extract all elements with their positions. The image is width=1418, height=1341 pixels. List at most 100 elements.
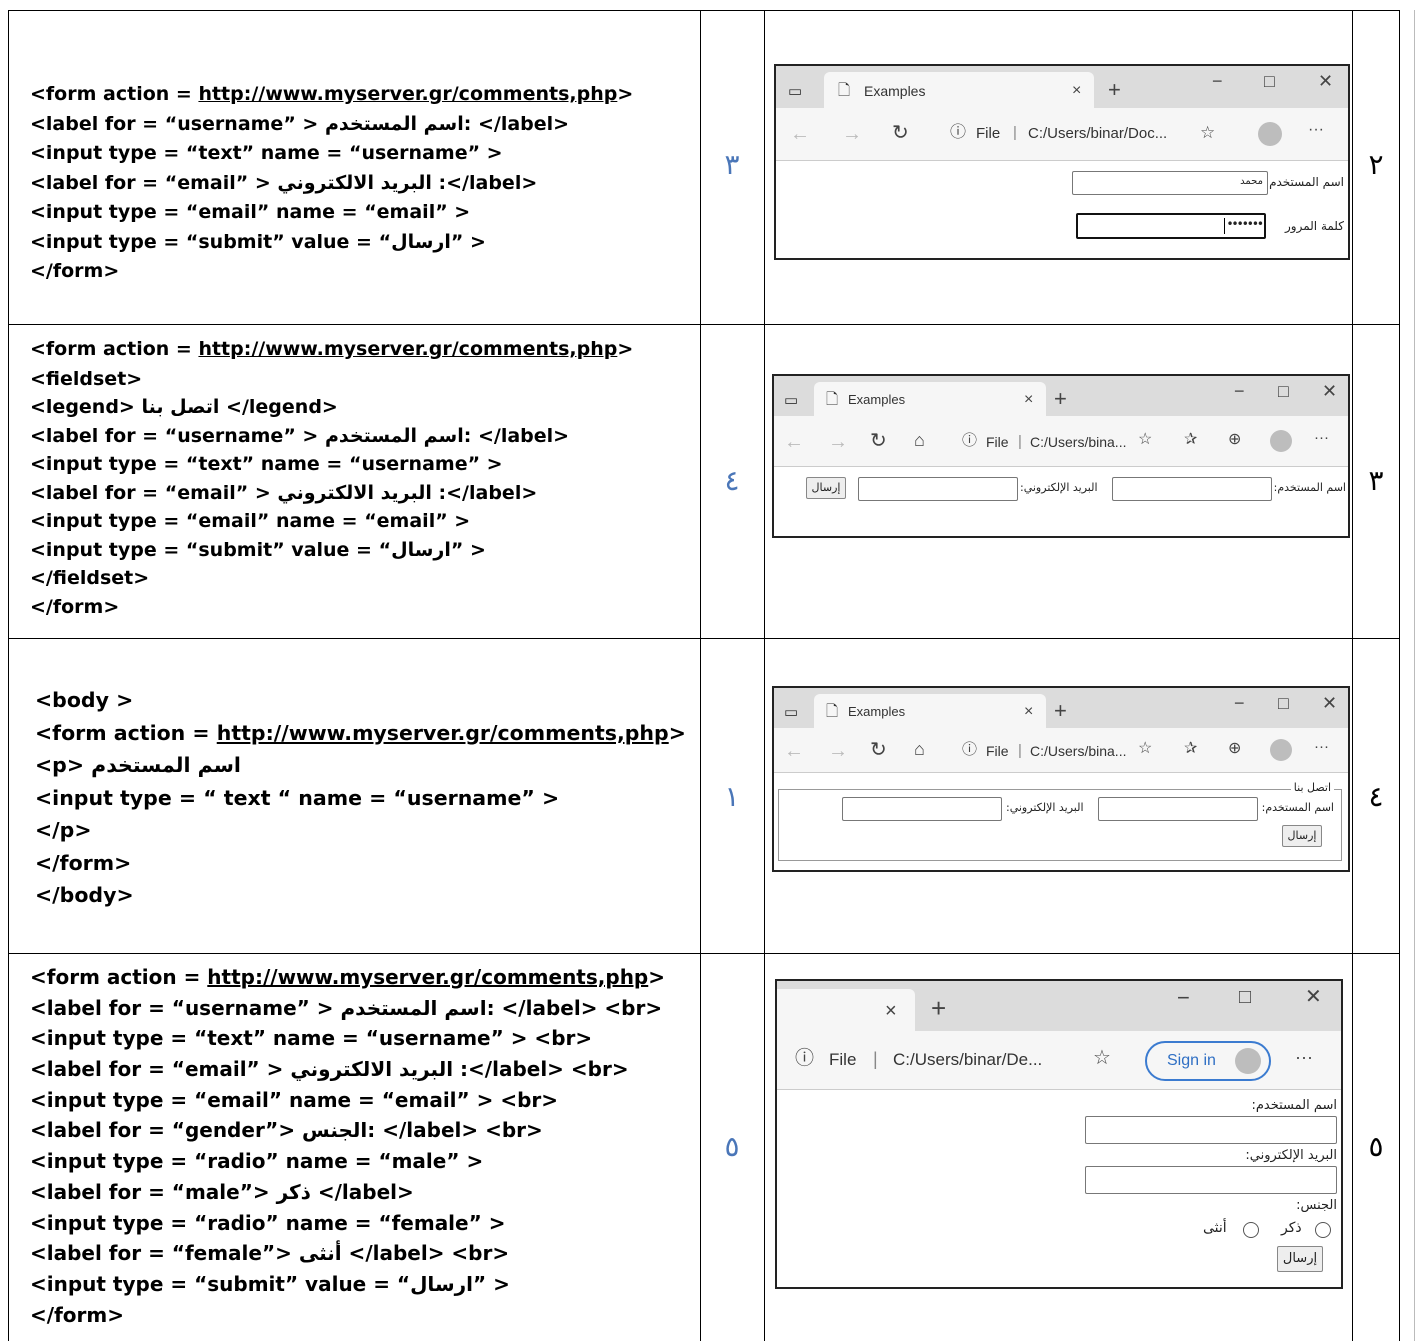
profile-avatar[interactable] (1270, 739, 1292, 761)
submit-button[interactable]: إرسال (1277, 1246, 1323, 1272)
page-icon: 🗋 (826, 391, 839, 408)
more-icon[interactable]: ··· (1314, 739, 1329, 754)
tab-actions-icon[interactable]: ▭ (788, 82, 802, 100)
code-line: <legend> اتصل بنا </legend> (30, 396, 338, 418)
back-icon[interactable]: ← (784, 741, 804, 761)
submit-button[interactable]: إرسال (806, 477, 846, 499)
username-input[interactable] (1085, 1116, 1337, 1144)
favorites-list-icon[interactable]: ✰ (1184, 741, 1197, 757)
forward-icon[interactable]: → (842, 124, 862, 144)
submit-button[interactable]: إرسال (1282, 825, 1322, 847)
more-icon[interactable]: ··· (1314, 430, 1329, 445)
tab-actions-icon[interactable]: ▭ (784, 703, 798, 721)
email-input[interactable] (858, 477, 1018, 501)
maximize-icon[interactable]: □ (1278, 382, 1289, 400)
file-label: File (829, 1050, 857, 1069)
username-label: اسم المستخدم (1269, 175, 1344, 189)
forward-icon[interactable]: → (828, 432, 848, 452)
page-icon: 🗋 (826, 703, 839, 720)
refresh-icon[interactable]: ↻ (892, 123, 909, 143)
browser-tab[interactable]: 🗋 Examples × (824, 72, 1094, 108)
close-window-icon[interactable]: ✕ (1305, 987, 1322, 1007)
back-icon[interactable]: ← (784, 432, 804, 452)
fieldset-legend: اتصل بنا (1290, 781, 1334, 794)
file-label: File (976, 125, 1001, 142)
username-input[interactable] (1098, 797, 1258, 821)
close-window-icon[interactable]: ✕ (1322, 382, 1337, 400)
table-top-border (8, 10, 1400, 11)
collections-icon[interactable]: ⊕ (1228, 741, 1241, 757)
profile-avatar[interactable] (1258, 122, 1282, 146)
close-tab-icon[interactable]: × (1024, 392, 1033, 408)
username-input[interactable] (1112, 477, 1272, 501)
table-right-border (1399, 10, 1400, 1341)
code-line: <body > (35, 688, 134, 712)
file-label: File (986, 434, 1009, 450)
favorites-list-icon[interactable]: ✰ (1184, 432, 1197, 448)
username-input[interactable]: محمد (1072, 171, 1268, 195)
refresh-icon[interactable]: ↻ (870, 740, 887, 760)
close-window-icon[interactable]: ✕ (1322, 694, 1337, 712)
refresh-icon[interactable]: ↻ (870, 431, 887, 451)
password-input[interactable]: ••••••• (1076, 213, 1266, 239)
tab-bar: × + − □ ✕ (777, 981, 1341, 1031)
minimize-icon[interactable]: − (1177, 987, 1190, 1009)
browser-window-row-2: ▭ 🗋 Examples × + − □ ✕ ← → ↻ ⌂ ⓘ File | … (772, 374, 1350, 538)
maximize-icon[interactable]: □ (1264, 72, 1275, 90)
maximize-icon[interactable]: □ (1278, 694, 1289, 712)
minimize-icon[interactable]: − (1234, 382, 1245, 400)
minimize-icon[interactable]: − (1212, 72, 1223, 90)
address-bar-row: ← → ↻ ⓘ File | C:/Users/binar/Doc... ☆ ·… (776, 108, 1348, 161)
maximize-icon[interactable]: □ (1239, 987, 1251, 1007)
browser-tab[interactable]: 🗋 Examples × (814, 382, 1046, 416)
back-icon[interactable]: ← (790, 124, 810, 144)
email-input[interactable] (842, 797, 1002, 821)
new-tab-icon[interactable]: + (1054, 700, 1067, 722)
answer-number: ١ (724, 780, 740, 813)
female-radio[interactable] (1243, 1222, 1259, 1238)
address-separator: | (1013, 124, 1017, 141)
close-window-icon[interactable]: ✕ (1318, 72, 1333, 90)
forward-icon[interactable]: → (828, 741, 848, 761)
browser-tab[interactable]: 🗋 Examples × (814, 694, 1046, 728)
sign-in-button[interactable]: Sign in (1145, 1041, 1271, 1081)
address-text[interactable]: C:/Users/bina... (1030, 434, 1126, 450)
minimize-icon[interactable]: − (1234, 694, 1245, 712)
page-content: اتصل بنا اسم المستخدم: البريد الإلكتروني… (774, 773, 1348, 870)
email-input[interactable] (1085, 1166, 1337, 1194)
code-line: <input type = “radio” name = “male” > (30, 1149, 484, 1174)
row-divider (8, 324, 1400, 325)
collections-icon[interactable]: ⊕ (1228, 432, 1241, 448)
code-line: <input type = “text” name = “username” >… (30, 1026, 593, 1051)
tab-title: Examples (848, 392, 906, 407)
address-text[interactable]: C:/Users/bina... (1030, 743, 1126, 759)
file-label: File (986, 743, 1009, 759)
info-icon: ⓘ (950, 124, 967, 141)
tab-bar: ▭ 🗋 Examples × + − □ ✕ (774, 376, 1348, 416)
new-tab-icon[interactable]: + (1054, 388, 1067, 410)
more-icon[interactable]: ··· (1308, 122, 1324, 138)
browser-tab[interactable]: × (777, 989, 915, 1031)
male-radio[interactable] (1315, 1222, 1331, 1238)
code-line: <label for = “gender”> الجنس: </label> <… (30, 1118, 543, 1143)
favorites-icon[interactable]: ☆ (1200, 124, 1215, 141)
close-tab-icon[interactable]: × (885, 1001, 897, 1021)
address-text[interactable]: C:/Users/binar/Doc... (1028, 125, 1167, 142)
favorites-icon[interactable]: ☆ (1138, 741, 1152, 757)
home-icon[interactable]: ⌂ (914, 740, 925, 758)
close-tab-icon[interactable]: × (1024, 704, 1033, 720)
more-icon[interactable]: ··· (1295, 1048, 1313, 1066)
favorites-icon[interactable]: ☆ (1138, 432, 1152, 448)
home-icon[interactable]: ⌂ (914, 431, 925, 449)
code-line: <input type = “email” name = “email” > (30, 510, 471, 532)
profile-avatar[interactable] (1270, 430, 1292, 452)
tab-actions-icon[interactable]: ▭ (784, 391, 798, 409)
browser-window-row-4: × + − □ ✕ ⓘ File | C:/Users/binar/De... … (775, 979, 1343, 1289)
address-text[interactable]: C:/Users/binar/De... (893, 1050, 1042, 1070)
close-tab-icon[interactable]: × (1072, 83, 1081, 99)
new-tab-icon[interactable]: + (931, 995, 946, 1021)
new-tab-icon[interactable]: + (1108, 79, 1121, 101)
browser-window-row-3: ▭ 🗋 Examples × + − □ ✕ ← → ↻ ⌂ ⓘ File | … (772, 686, 1350, 872)
tab-bar: ▭ 🗋 Examples × + − □ ✕ (776, 66, 1348, 108)
favorites-icon[interactable]: ☆ (1093, 1048, 1111, 1068)
